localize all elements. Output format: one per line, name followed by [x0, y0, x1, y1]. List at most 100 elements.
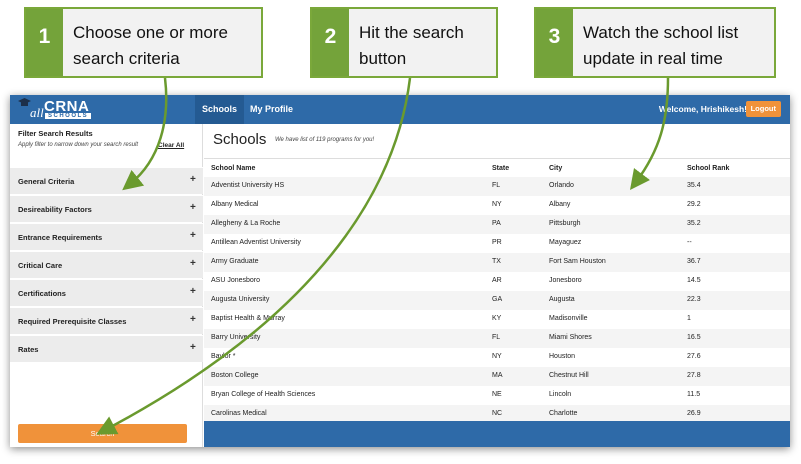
table-row[interactable]: Barry University FL Miami Shores 16.5: [204, 329, 790, 348]
school-rank-cell: 36.7: [687, 258, 701, 265]
school-name-cell: Albany Medical: [211, 201, 259, 208]
state-cell: MA: [492, 372, 503, 379]
table-row[interactable]: Bryan College of Health Sciences NE Lincol…: [204, 386, 790, 405]
clear-all-link[interactable]: Clear All: [158, 142, 184, 149]
filter-subtitle: Apply filter to narrow down your search …: [18, 142, 139, 148]
column-header-state[interactable]: State: [492, 165, 509, 172]
filter-desireability-factors[interactable]: Desireability Factors +: [10, 195, 203, 222]
filter-label: Certifications: [18, 289, 66, 298]
step-text-line: Watch the school list: [583, 23, 739, 42]
all-crna-schools-logo[interactable]: all CRNA SCHOOLS: [18, 97, 98, 122]
school-rank-cell: 14.5: [687, 277, 701, 284]
step-text: Watch the school list update in real tim…: [583, 20, 738, 72]
nav-tab-my-profile[interactable]: My Profile: [243, 95, 300, 124]
state-cell: AR: [492, 277, 502, 284]
table-row[interactable]: Baylor * NY Houston 27.6: [204, 348, 790, 367]
filter-label: Critical Care: [18, 261, 63, 270]
expand-plus-icon: +: [190, 286, 196, 297]
filter-critical-care[interactable]: Critical Care +: [10, 251, 203, 278]
school-name-cell: Allegheny & La Roche: [211, 220, 281, 227]
filter-label: Required Prerequisite Classes: [18, 317, 127, 326]
expand-plus-icon: +: [190, 230, 196, 241]
schools-table-body: Adventist University HS FL Orlando 35.4 Alba…: [204, 177, 790, 424]
state-cell: NC: [492, 410, 503, 417]
expand-plus-icon: +: [190, 258, 196, 269]
state-cell: TX: [492, 258, 501, 265]
expand-plus-icon: +: [190, 342, 196, 353]
school-name-cell: Army Graduate: [211, 258, 259, 265]
tutorial-stage: all CRNA SCHOOLS Schools My Profile Welc…: [0, 0, 801, 464]
logo-all-text: all: [30, 105, 44, 120]
state-cell: PR: [492, 239, 502, 246]
schools-panel: Schools We have list of 119 programs for…: [204, 124, 790, 424]
school-name-cell: Barry University: [211, 334, 261, 341]
filter-label: Rates: [18, 345, 39, 354]
step-number-badge: 2: [312, 9, 349, 76]
table-row[interactable]: Baptist Health & Murray KY Madisonville 1: [204, 310, 790, 329]
nav-tab-schools[interactable]: Schools: [195, 95, 245, 124]
step-text-line: search criteria: [73, 49, 180, 68]
city-cell: Orlando: [549, 182, 574, 189]
table-row[interactable]: Augusta University GA Augusta 22.3: [204, 291, 790, 310]
school-rank-cell: 27.8: [687, 372, 701, 379]
state-cell: FL: [492, 334, 501, 341]
column-header-city[interactable]: City: [549, 165, 562, 172]
expand-plus-icon: +: [190, 174, 196, 185]
school-name-cell: ASU Jonesboro: [211, 277, 261, 284]
filter-label: General Criteria: [18, 177, 75, 186]
school-rank-cell: 35.4: [687, 182, 701, 189]
school-rank-cell: 1: [687, 315, 691, 322]
school-rank-cell: --: [687, 239, 692, 246]
step-text: Choose one or more search criteria: [73, 20, 228, 72]
city-cell: Miami Shores: [549, 334, 592, 341]
step-1-callout: 1 Choose one or more search criteria: [24, 7, 263, 78]
filter-certifications[interactable]: Certifications +: [10, 279, 203, 306]
table-row[interactable]: ASU Jonesboro AR Jonesboro 14.5: [204, 272, 790, 291]
filter-required-prerequisite-classes[interactable]: Required Prerequisite Classes +: [10, 307, 203, 334]
table-row[interactable]: Army Graduate TX Fort Sam Houston 36.7: [204, 253, 790, 272]
table-header: School Name State City School Rank: [204, 158, 790, 176]
filter-title: Filter Search Results: [18, 129, 93, 138]
table-row[interactable]: Antillean Adventist University PR Mayaguez…: [204, 234, 790, 253]
school-name-cell: Baptist Health & Murray: [211, 315, 285, 322]
city-cell: Fort Sam Houston: [549, 258, 606, 265]
city-cell: Charlotte: [549, 410, 578, 417]
school-name-cell: Carolinas Medical: [211, 410, 267, 417]
city-cell: Madisonville: [549, 315, 588, 322]
city-cell: Mayaguez: [549, 239, 582, 246]
results-count-text: We have list of 119 programs for you!: [275, 137, 375, 143]
step-number-badge: 1: [26, 9, 63, 76]
school-rank-cell: 27.6: [687, 353, 701, 360]
logout-button[interactable]: Logout: [745, 101, 781, 117]
step-number-badge: 3: [536, 9, 573, 76]
step-text-line: Choose one or more: [73, 23, 228, 42]
school-rank-cell: 16.5: [687, 334, 701, 341]
expand-plus-icon: +: [190, 314, 196, 325]
filter-general-criteria[interactable]: General Criteria +: [10, 167, 203, 194]
school-rank-cell: 26.9: [687, 410, 701, 417]
school-rank-cell: 29.2: [687, 201, 701, 208]
column-header-school-rank[interactable]: School Rank: [687, 165, 729, 172]
city-cell: Albany: [549, 201, 571, 208]
filter-entrance-requirements[interactable]: Entrance Requirements +: [10, 223, 203, 250]
step-text-line: button: [359, 49, 407, 68]
top-nav-bar: all CRNA SCHOOLS Schools My Profile Welc…: [10, 95, 790, 124]
school-name-cell: Bryan College of Health Sciences: [211, 391, 316, 398]
school-name-cell: Antillean Adventist University: [211, 239, 301, 246]
footer-bar: [204, 421, 790, 447]
step-text-line: Hit the search: [359, 23, 464, 42]
school-rank-cell: 22.3: [687, 296, 701, 303]
table-row[interactable]: Allegheny & La Roche PA Pittsburgh 35.2: [204, 215, 790, 234]
table-row[interactable]: Boston College MA Chestnut Hill 27.8: [204, 367, 790, 386]
city-cell: Chestnut Hill: [549, 372, 589, 379]
school-name-cell: Adventist University HS: [211, 182, 285, 189]
step-2-callout: 2 Hit the search button: [310, 7, 498, 78]
search-button[interactable]: Search: [18, 424, 187, 443]
column-header-school-name[interactable]: School Name: [211, 165, 255, 172]
filter-rates[interactable]: Rates +: [10, 335, 203, 362]
table-row[interactable]: Albany Medical NY Albany 29.2: [204, 196, 790, 215]
table-row[interactable]: Adventist University HS FL Orlando 35.4: [204, 177, 790, 196]
school-name-cell: Baylor *: [211, 353, 236, 360]
state-cell: FL: [492, 182, 501, 189]
filter-sidebar: Filter Search Results Apply filter to na…: [10, 124, 203, 447]
